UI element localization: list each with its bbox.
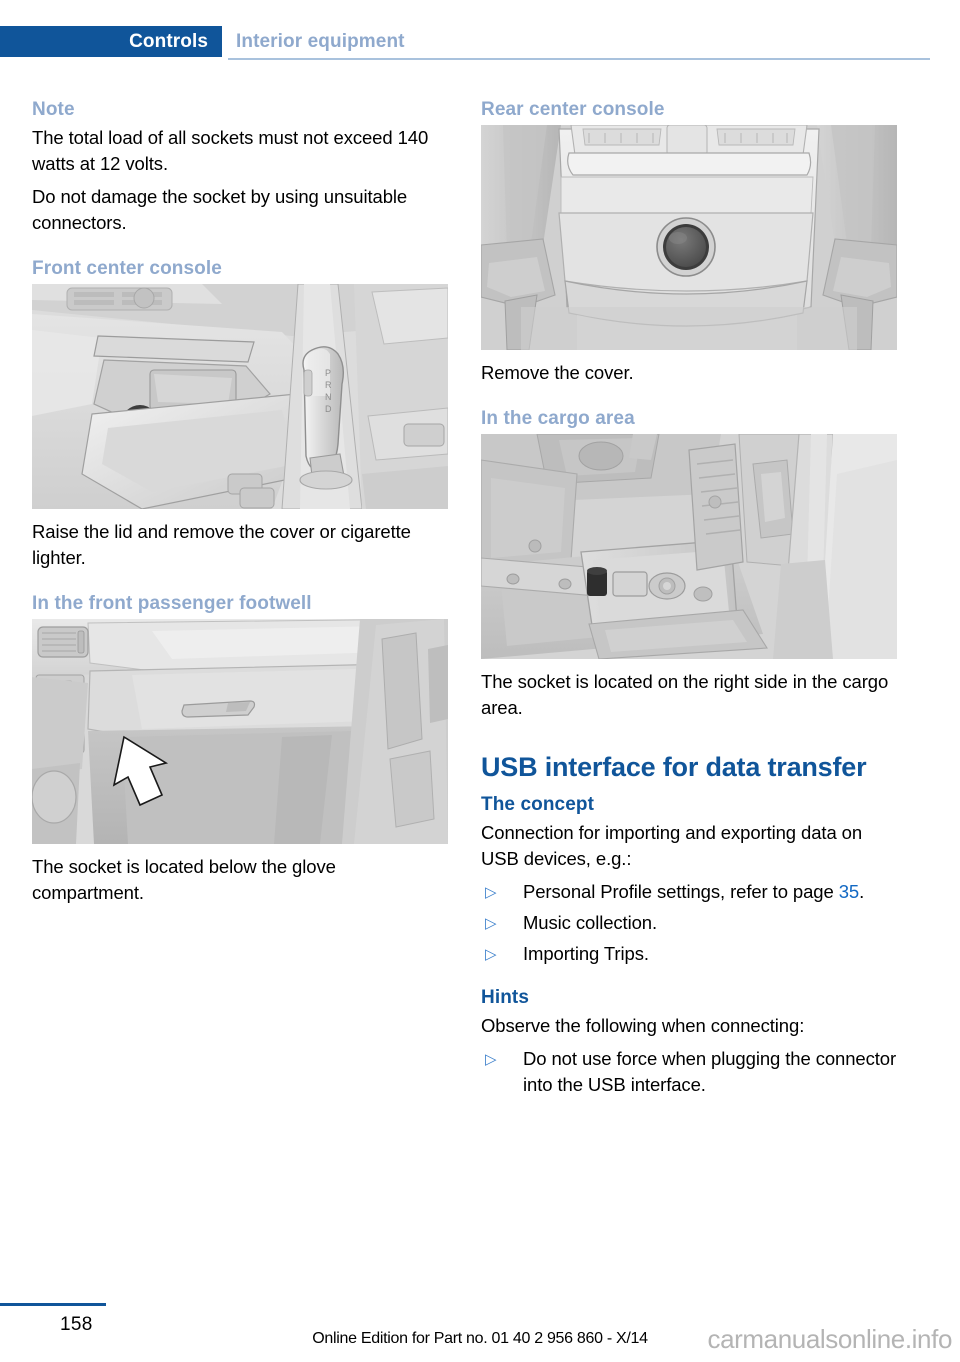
list-item: ▷ Do not use force when plugging the con…	[481, 1046, 897, 1098]
bullet-triangle-icon: ▷	[485, 884, 497, 901]
cargo-area-socket-illustration	[481, 434, 897, 659]
bullet-triangle-icon: ▷	[485, 1051, 497, 1068]
page-footer: 158 Online Edition for Part no. 01 40 2 …	[0, 1290, 960, 1362]
left-column: Note The total load of all sockets must …	[32, 98, 448, 913]
figure-rear-center-console	[481, 125, 897, 350]
bullet-triangle-icon: ▷	[485, 915, 497, 932]
list-item: ▷ Personal Profile settings, refer to pa…	[481, 879, 897, 905]
right-column: Rear center console Remove the cover. In…	[481, 98, 897, 1103]
concept-bullet-list: ▷ Personal Profile settings, refer to pa…	[481, 879, 897, 967]
rear-center-console-caption: Remove the cover.	[481, 362, 634, 383]
cargo-area-heading: In the cargo area	[481, 408, 635, 429]
list-item-text-before: Music collection.	[523, 912, 658, 933]
note-paragraph-1: The total load of all sockets must not e…	[32, 127, 429, 174]
svg-text:P: P	[325, 368, 331, 378]
list-item: ▷ Music collection.	[481, 910, 897, 936]
svg-text:D: D	[325, 404, 332, 414]
svg-text:N: N	[325, 392, 332, 402]
front-center-console-illustration: P R N D	[32, 284, 448, 509]
list-item-text-before: Do not use force when plugging the conne…	[523, 1048, 897, 1095]
footer-divider	[0, 1303, 106, 1306]
list-item-text-before: Importing Trips.	[523, 943, 649, 964]
front-center-console-caption: Raise the lid and remove the cover or ci…	[32, 521, 411, 568]
usb-interface-heading: USB interface for data transfer	[481, 752, 867, 782]
rear-center-console-heading: Rear center console	[481, 99, 665, 120]
site-watermark: carmanualsonline.info	[707, 1324, 952, 1354]
rear-center-console-illustration	[481, 125, 897, 350]
breadcrumb-chapter: Controls	[0, 26, 222, 57]
list-item: ▷ Importing Trips.	[481, 941, 897, 967]
cargo-area-caption: The socket is located on the right side …	[481, 671, 889, 718]
svg-text:R: R	[325, 380, 332, 390]
list-item-text-before: Personal Profile settings, refer to page	[523, 881, 839, 902]
note-paragraph-2: Do not damage the socket by using unsuit…	[32, 186, 408, 233]
list-item-text-after: .	[859, 881, 865, 902]
bullet-triangle-icon: ▷	[485, 946, 497, 963]
figure-cargo-area	[481, 434, 897, 659]
the-concept-intro: Connection for importing and exporting d…	[481, 822, 863, 869]
front-center-console-heading: Front center console	[32, 258, 222, 279]
note-heading: Note	[32, 99, 75, 120]
the-concept-heading: The concept	[481, 794, 595, 815]
header-divider	[228, 58, 930, 60]
hints-intro: Observe the following when connecting:	[481, 1015, 805, 1036]
footwell-heading: In the front passenger footwell	[32, 593, 312, 614]
page-reference-link[interactable]: 35	[839, 881, 859, 902]
footwell-caption: The socket is located below the glove co…	[32, 856, 336, 903]
figure-front-passenger-footwell	[32, 619, 448, 844]
breadcrumb-subject: Interior equipment	[236, 31, 405, 52]
figure-front-center-console: P R N D	[32, 284, 448, 509]
front-passenger-footwell-illustration	[32, 619, 448, 844]
hints-bullet-list: ▷ Do not use force when plugging the con…	[481, 1046, 897, 1098]
page-header: Controls Interior equipment	[0, 0, 960, 62]
hints-heading: Hints	[481, 987, 529, 1008]
